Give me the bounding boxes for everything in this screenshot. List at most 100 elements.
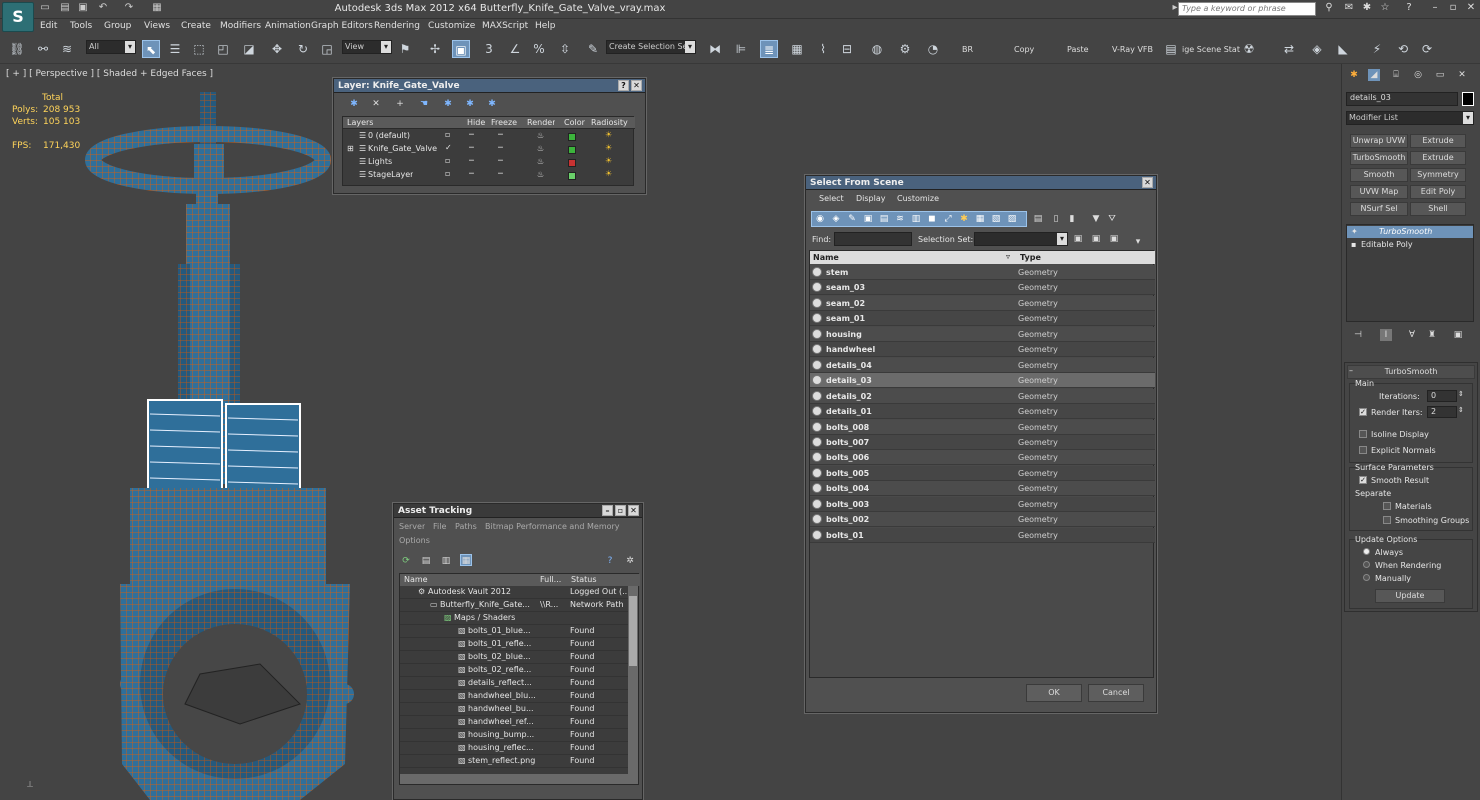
asset-row[interactable]: ▧ details_reflect... Found [400,677,630,690]
extrude-button-2[interactable]: Extrude [1410,151,1466,165]
vray-icon[interactable]: ☢ [1240,40,1258,58]
layer-row[interactable]: ☰ 0 (default) ▫ ━ ━ ♨ ☀ [343,130,635,143]
layer-name[interactable]: Knife_Gate_Valve [368,144,437,153]
stack-item-turbosmooth[interactable]: ✦ TurboSmooth [1347,226,1473,238]
asset-col-full[interactable]: Full... [540,575,561,584]
turbosmooth-rollout-header[interactable]: TurboSmooth [1347,365,1475,379]
when-rendering-radio[interactable] [1363,561,1370,568]
material-editor-icon[interactable]: ◍ [868,40,886,58]
configure-modifier-sets-icon[interactable]: ▣ [1452,329,1464,341]
col-radiosity[interactable]: Radiosity [591,118,628,127]
display-tab-icon[interactable]: ▭ [1434,69,1446,81]
render-setup-icon[interactable]: ⚙ [896,40,914,58]
render-teapot-icon[interactable]: ♨ [537,157,544,166]
create-layer-icon[interactable]: ✱ [348,98,360,110]
scene-object-row[interactable]: bolts_008 Geometry [810,419,1155,435]
explicit-normals-checkbox[interactable] [1359,446,1367,454]
filter-all-icon[interactable]: ▨ [1006,213,1018,225]
isoline-display-checkbox[interactable] [1359,430,1367,438]
menu-create[interactable]: Create [181,21,211,31]
object-name-field[interactable]: details_03 [1346,92,1458,106]
asset-vertical-scrollbar[interactable] [628,586,638,784]
filter-geometry-icon[interactable]: ◉ [814,213,826,225]
menu-customize[interactable]: Customize [428,21,475,31]
render-teapot-icon[interactable]: ♨ [537,131,544,140]
asset-tracking-title[interactable]: Asset Tracking – ▫ ✕ [394,504,642,518]
symmetry-button[interactable]: Symmetry [1410,168,1466,182]
keyword-search-input[interactable]: Type a keyword or phrase [1178,2,1316,16]
layer-help-button[interactable]: ? [618,80,629,91]
object-color-swatch[interactable] [1462,92,1474,106]
open-file-icon[interactable]: ▤ [58,2,72,15]
move-icon[interactable]: ✥ [268,40,286,58]
rect-selection-icon[interactable]: ⬚ [190,40,208,58]
filter-bones-icon[interactable]: ⤢ [942,213,954,225]
asset-row[interactable]: ▧ handwheel_ref... Found [400,716,630,729]
scene-object-row[interactable]: details_01 Geometry [810,404,1155,420]
iterations-spinner[interactable]: 0 [1427,390,1457,402]
hide-toggle[interactable]: ━ [469,143,474,152]
communication-icon[interactable]: ✱ [1360,2,1374,15]
light-bulb-icon[interactable]: ✦ [1351,227,1358,236]
mirror-icon[interactable]: ⧓ [706,40,724,58]
asset-col-status[interactable]: Status [571,575,597,584]
minimize-icon[interactable]: – [1428,2,1442,15]
filter-helpers-icon[interactable]: ▤ [878,213,890,225]
scene-col-name[interactable]: Name [813,253,839,262]
layer-dialog-title[interactable]: Layer: Knife_Gate_Valve ? ✕ [334,79,645,93]
extra-tool-icon-5[interactable]: ⟲ [1394,40,1412,58]
asset-row[interactable]: ⚙ Autodesk Vault 2012 Logged Out (... [400,586,630,599]
select-scene-title[interactable]: Select From Scene ✕ [806,176,1156,190]
asset-row[interactable]: ▧ housing_reflec... Found [400,742,630,755]
smoothing-groups-checkbox[interactable] [1383,516,1391,524]
layer-name[interactable]: StageLayer [368,170,413,179]
scene-object-row[interactable]: details_02 Geometry [810,388,1155,404]
asset-menu-file[interactable]: File [433,522,446,531]
asset-menu-server[interactable]: Server [399,522,425,531]
current-layer-box-icon[interactable]: ▫ [445,156,450,165]
delete-layer-icon[interactable]: ✕ [370,98,382,110]
smooth-button[interactable]: Smooth [1350,168,1408,182]
asset-maximize-button[interactable]: ▫ [615,505,626,516]
menu-maxscript[interactable]: MAXScript [482,21,528,31]
utilities-tab-icon[interactable]: ✕ [1456,69,1468,81]
scene-menu-customize[interactable]: Customize [897,194,939,203]
find-input[interactable] [834,232,912,246]
extra-tool-icon-2[interactable]: ◈ [1308,40,1326,58]
always-radio[interactable] [1363,548,1370,555]
keyboard-shortcut-override-icon[interactable]: ▣ [452,40,470,58]
freeze-toggle[interactable]: ━ [498,143,503,152]
filter-funnel-icon[interactable]: ▼ [1090,213,1102,225]
bind-space-warp-icon[interactable]: ≋ [58,40,76,58]
list-view-icon[interactable]: ▤ [420,555,432,567]
asset-row[interactable]: ▧ bolts_01_blue... Found [400,625,630,638]
shell-button[interactable]: Shell [1410,202,1466,216]
selection-set-dropdown[interactable] [974,232,1068,246]
schematic-view-icon[interactable]: ⊟ [838,40,856,58]
radiosity-icon[interactable]: ☀ [605,169,612,178]
menu-group[interactable]: Group [104,21,131,31]
scene-object-row[interactable]: bolts_005 Geometry [810,465,1155,481]
maximize-icon[interactable]: ▫ [1446,2,1460,15]
filter-spacewarps-icon[interactable]: ≋ [894,213,906,225]
scene-object-row[interactable]: details_04 Geometry [810,357,1155,373]
edit-poly-button[interactable]: Edit Poly [1410,185,1466,199]
menu-views[interactable]: Views [144,21,170,31]
filter-containers-icon[interactable]: ✱ [958,213,970,225]
layer-row[interactable]: ☰ StageLayer ▫ ━ ━ ♨ ☀ [343,169,635,182]
asset-row[interactable]: ▭ Butterfly_Knife_Gate... \\R... Network… [400,599,630,612]
asset-col-name[interactable]: Name [404,575,428,584]
extra-tool-icon-1[interactable]: ⇄ [1280,40,1298,58]
new-file-icon[interactable]: ▭ [38,2,52,15]
motion-tab-icon[interactable]: ◎ [1412,69,1424,81]
scale-icon[interactable]: ◲ [318,40,336,58]
asset-row[interactable]: ▧ bolts_02_refle... Found [400,664,630,677]
align-icon[interactable]: ⊫ [732,40,750,58]
render-teapot-icon[interactable]: ♨ [537,170,544,179]
layer-name[interactable]: Lights [368,157,392,166]
reference-coordinate-dropdown[interactable]: View [342,40,392,54]
menu-tools[interactable]: Tools [70,21,92,31]
create-selection-set-icon[interactable]: ▣ [1072,233,1084,245]
scene-object-row[interactable]: bolts_006 Geometry [810,450,1155,466]
render-frame-icon[interactable]: ◔ [924,40,942,58]
